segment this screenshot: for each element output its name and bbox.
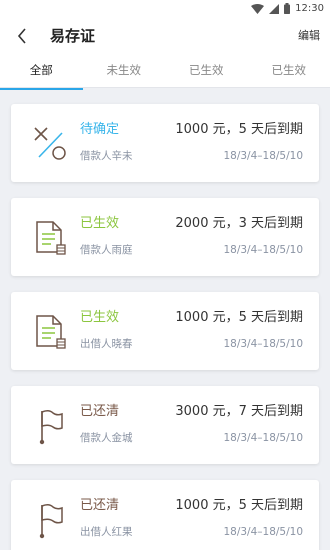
page-title: 易存证 bbox=[50, 27, 96, 45]
document-icon bbox=[29, 216, 73, 260]
date-range: 18/3/4–18/5/10 bbox=[223, 432, 303, 444]
filter-tabs: 全部 未生效 已生效 已生效 bbox=[0, 55, 330, 90]
amount-due: 2000 元，3 天后到期 bbox=[175, 216, 303, 231]
app-header: 易存证 编辑 bbox=[0, 17, 330, 55]
signal-icon bbox=[269, 3, 280, 14]
tab-effective[interactable]: 已生效 bbox=[165, 55, 248, 88]
date-range: 18/3/4–18/5/10 bbox=[223, 244, 303, 256]
wifi-icon bbox=[251, 3, 265, 14]
list-item[interactable]: 待确定 借款人辛未 1000 元，5 天后到期 18/3/4–18/5/10 bbox=[11, 104, 319, 182]
tab-not-effective[interactable]: 未生效 bbox=[83, 55, 166, 88]
list-item[interactable]: 已生效 借款人雨庭 2000 元，3 天后到期 18/3/4–18/5/10 bbox=[11, 198, 319, 276]
list-item[interactable]: 已还清 借款人金城 3000 元，7 天后到期 18/3/4–18/5/10 bbox=[11, 386, 319, 464]
flag-icon bbox=[29, 404, 73, 448]
status-label: 待确定 bbox=[80, 122, 120, 137]
status-label: 已生效 bbox=[80, 310, 120, 325]
status-label: 已还清 bbox=[80, 404, 120, 419]
document-icon bbox=[29, 310, 73, 354]
counterparty: 借款人辛未 bbox=[80, 150, 133, 162]
pending-icon bbox=[29, 122, 73, 166]
counterparty: 借款人雨庭 bbox=[80, 244, 133, 256]
status-bar: 12:30 bbox=[0, 0, 330, 17]
status-label: 已生效 bbox=[80, 216, 120, 231]
counterparty: 借款人金城 bbox=[80, 432, 133, 444]
status-label: 已还清 bbox=[80, 498, 120, 513]
edit-button[interactable]: 编辑 bbox=[298, 28, 320, 44]
amount-due: 1000 元，5 天后到期 bbox=[175, 310, 303, 325]
amount-due: 1000 元，5 天后到期 bbox=[175, 498, 303, 513]
flag-icon bbox=[29, 498, 73, 542]
tab-divider bbox=[0, 87, 330, 88]
date-range: 18/3/4–18/5/10 bbox=[223, 526, 303, 538]
chevron-left-icon bbox=[17, 28, 26, 44]
list-item[interactable]: 已生效 出借人晓春 1000 元，5 天后到期 18/3/4–18/5/10 bbox=[11, 292, 319, 370]
battery-icon bbox=[284, 3, 291, 14]
back-button[interactable] bbox=[12, 25, 32, 47]
counterparty: 出借人晓春 bbox=[80, 338, 133, 350]
status-time: 12:30 bbox=[295, 3, 324, 14]
amount-due: 1000 元，5 天后到期 bbox=[175, 122, 303, 137]
tab-effective-2[interactable]: 已生效 bbox=[248, 55, 330, 88]
record-list: 待确定 借款人辛未 1000 元，5 天后到期 18/3/4–18/5/10 已… bbox=[11, 104, 319, 550]
date-range: 18/3/4–18/5/10 bbox=[223, 150, 303, 162]
list-item[interactable]: 已还清 出借人红果 1000 元，5 天后到期 18/3/4–18/5/10 bbox=[11, 480, 319, 550]
date-range: 18/3/4–18/5/10 bbox=[223, 338, 303, 350]
tab-all[interactable]: 全部 bbox=[0, 55, 83, 90]
counterparty: 出借人红果 bbox=[80, 526, 133, 538]
amount-due: 3000 元，7 天后到期 bbox=[175, 404, 303, 419]
